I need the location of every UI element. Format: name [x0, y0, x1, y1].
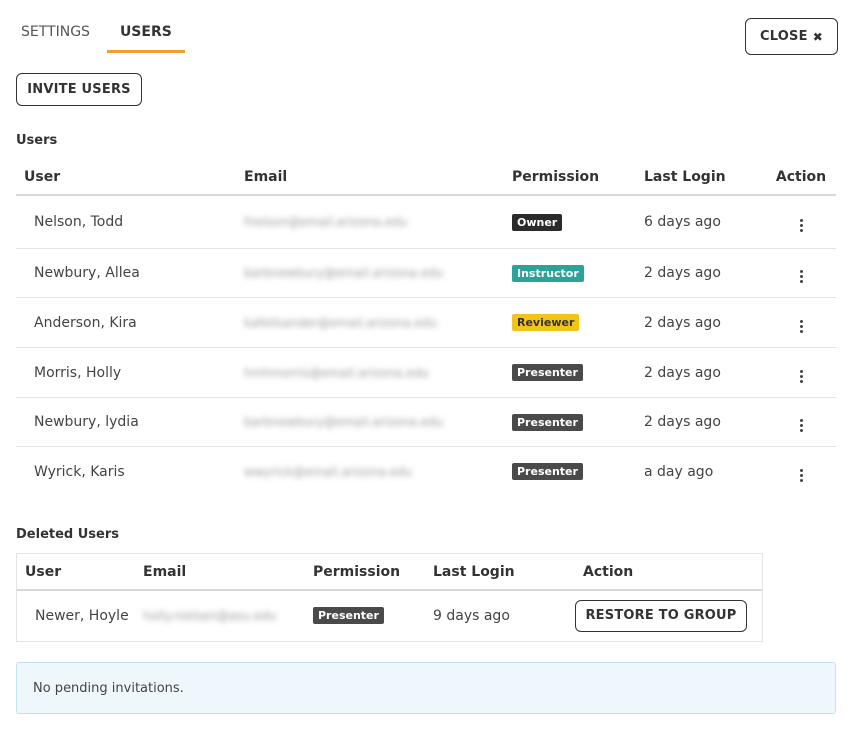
invite-users-label: INVITE USERS [27, 82, 131, 97]
action-cell: RESTORE TO GROUP [575, 599, 755, 632]
user-name: Newbury, lydia [34, 414, 139, 430]
column-header-permission: Permission [313, 563, 401, 580]
user-name: Anderson, Kira [34, 314, 137, 331]
tab-users[interactable]: USERS [106, 14, 185, 53]
deleted-users-table-header: User Email Permission Last Login Action [17, 554, 762, 591]
more-options-icon[interactable] [794, 217, 809, 234]
table-row: Newbury, Allea barbnewbury@email.arizona… [16, 249, 836, 298]
column-header-user: User [25, 563, 62, 580]
user-email: hmhmorris@email.arizona.edu [244, 365, 429, 380]
notice-text: No pending invitations. [33, 680, 184, 696]
permission-badge: Reviewer [512, 314, 580, 331]
user-email: barbnewbury@email.arizona.edu [244, 415, 444, 429]
user-name: Morris, Holly [34, 364, 122, 381]
invite-users-button[interactable]: INVITE USERS [16, 73, 142, 106]
permission-cell: Instructor [504, 264, 636, 282]
table-row: Newer, Hoyle holly.nielsen@asu.edu Prese… [17, 591, 762, 640]
permission-badge: Presenter [512, 463, 583, 480]
action-cell [766, 460, 836, 484]
last-login: 6 days ago [644, 214, 721, 230]
users-table-header: User Email Permission Last Login Action [16, 160, 836, 196]
column-header-user: User [24, 169, 61, 185]
restore-to-group-label: RESTORE TO GROUP [585, 608, 737, 623]
user-name: Newer, Hoyle [35, 607, 129, 624]
deleted-users-table: User Email Permission Last Login Action … [16, 553, 763, 642]
more-options-icon[interactable] [794, 368, 809, 385]
tab-settings[interactable]: SETTINGS [8, 14, 103, 53]
close-icon: ✖ [812, 29, 823, 44]
permission-cell: Presenter [504, 413, 636, 431]
table-row: Wyrick, Karis wwyrick@email.arizona.edu … [16, 447, 836, 496]
user-email: wwyrick@email.arizona.edu [244, 464, 413, 479]
user-email: holly.nielsen@asu.edu [143, 608, 277, 623]
column-header-last-login: Last Login [433, 563, 515, 580]
column-header-action: Action [583, 563, 634, 580]
column-header-email: Email [143, 563, 187, 580]
tab-bar: SETTINGS USERS [8, 14, 185, 53]
column-header-action: Action [775, 169, 827, 185]
user-name: Nelson, Todd [34, 214, 124, 230]
table-row: Nelson, Todd fnelson@email.arizona.edu O… [16, 196, 836, 249]
users-section-title: Users [16, 133, 58, 148]
more-options-icon[interactable] [794, 318, 809, 335]
last-login: 2 days ago [644, 414, 721, 430]
permission-badge: Presenter [313, 607, 384, 624]
deleted-users-section-title: Deleted Users [16, 527, 120, 542]
permission-badge: Presenter [512, 413, 583, 431]
user-name: Newbury, Allea [34, 265, 140, 281]
last-login: 2 days ago [644, 314, 721, 331]
more-options-icon[interactable] [794, 417, 809, 434]
user-name: Wyrick, Karis [34, 463, 125, 480]
last-login: 2 days ago [644, 364, 721, 381]
permission-cell: Presenter [305, 607, 425, 624]
column-header-last-login: Last Login [644, 169, 726, 185]
permission-badge: Presenter [512, 364, 583, 381]
permission-cell: Presenter [504, 463, 636, 480]
table-row: Newbury, lydia barbnewbury@email.arizona… [16, 398, 836, 447]
last-login: 2 days ago [644, 265, 721, 281]
close-button-label: CLOSE [760, 29, 808, 44]
users-table: User Email Permission Last Login Action … [16, 160, 836, 496]
action-cell [766, 361, 836, 385]
close-button[interactable]: CLOSE ✖ [745, 18, 838, 55]
pending-invitations-notice: No pending invitations. [16, 662, 836, 714]
table-row: Morris, Holly hmhmorris@email.arizona.ed… [16, 348, 836, 398]
action-cell [766, 261, 836, 285]
action-cell [766, 410, 836, 434]
action-cell [766, 311, 836, 335]
user-email: kafeilsander@email.arizona.edu [244, 315, 438, 330]
permission-cell: Presenter [504, 364, 636, 381]
permission-badge: Instructor [512, 264, 584, 282]
action-cell [766, 210, 836, 234]
restore-to-group-button[interactable]: RESTORE TO GROUP [575, 599, 747, 632]
permission-cell: Reviewer [504, 314, 636, 331]
last-login: a day ago [644, 463, 714, 480]
last-login: 9 days ago [433, 607, 510, 624]
user-email: barbnewbury@email.arizona.edu [244, 266, 444, 280]
column-header-email: Email [244, 169, 288, 185]
permission-cell: Owner [504, 213, 636, 231]
column-header-permission: Permission [512, 169, 600, 185]
permission-badge: Owner [512, 213, 563, 231]
user-email: fnelson@email.arizona.edu [244, 215, 408, 229]
table-row: Anderson, Kira kafeilsander@email.arizon… [16, 298, 836, 348]
more-options-icon[interactable] [794, 467, 809, 484]
more-options-icon[interactable] [794, 268, 809, 285]
